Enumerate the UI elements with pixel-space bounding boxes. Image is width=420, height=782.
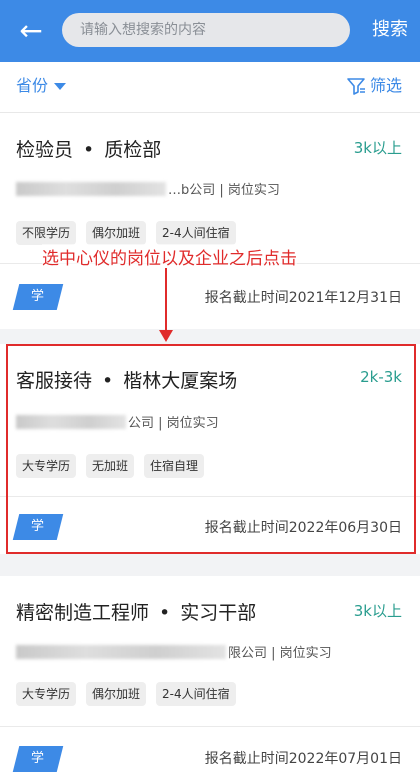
blurred-company-name [16,644,226,659]
company-line: 公司 | 岗位实习 [16,412,219,431]
company-suffix: …b公司 | 岗位实习 [168,183,280,198]
chevron-down-icon [54,83,67,90]
blurred-company-name [16,181,166,196]
study-badge: 学 [12,514,64,540]
tag: 住宿自理 [144,454,205,478]
filter-bar: 省份 筛选 [0,62,420,113]
title-separator: • [159,602,171,624]
back-arrow-icon[interactable]: ← [14,14,48,48]
company-line: …b公司 | 岗位实习 [16,179,280,198]
job-department: 楷林大厦案场 [123,370,238,392]
province-dropdown[interactable]: 省份 [16,74,67,98]
title-separator: • [83,139,95,161]
search-input[interactable] [62,13,350,47]
deadline-text: 报名截止时间2021年12月31日 [204,290,402,306]
tag-list: 大专学历 无加班 住宿自理 [16,454,205,478]
job-title-row: 客服接待 • 楷林大厦案场 [16,366,237,393]
tag: 偶尔加班 [86,682,147,706]
tag: 偶尔加班 [86,221,147,245]
tag-list: 不限学历 偶尔加班 2-4人间住宿 [16,221,236,245]
job-card-2[interactable]: 客服接待 • 楷林大厦案场 2k-3k 公司 | 岗位实习 大专学历 无加班 住宿自… [0,344,420,554]
search-box[interactable] [62,13,350,47]
study-badge: 学 [12,746,64,772]
job-title-row: 检验员 • 质检部 [16,135,161,162]
title-separator: • [102,370,114,392]
search-button[interactable]: 搜索 [372,15,408,45]
top-header: ← 搜索 [0,0,420,62]
annotation-arrow-line [165,268,167,332]
job-title: 精密制造工程师 [16,602,150,624]
tag: 2-4人间住宿 [156,221,236,245]
card-divider [0,496,420,497]
filter-label: 筛选 [369,76,402,95]
tag-list: 大专学历 偶尔加班 2-4人间住宿 [16,682,236,706]
job-salary: 2k-3k [360,368,402,386]
tag: 2-4人间住宿 [156,682,236,706]
company-suffix: 公司 | 岗位实习 [128,416,219,431]
job-card-3[interactable]: 精密制造工程师 • 实习干部 3k以上 限公司 | 岗位实习 大专学历 偶尔加班 2… [0,576,420,782]
job-title: 检验员 [16,139,74,161]
company-line: 限公司 | 岗位实习 [16,642,332,661]
filter-button[interactable]: 筛选 [346,74,402,98]
arrow-down-icon [159,330,173,342]
tag: 大专学历 [16,454,77,478]
tag: 无加班 [86,454,135,478]
province-label: 省份 [16,76,49,95]
study-badge: 学 [12,284,64,310]
tag: 不限学历 [16,221,77,245]
job-title: 客服接待 [16,370,93,392]
job-card-1[interactable]: 检验员 • 质检部 3k以上 …b公司 | 岗位实习 不限学历 偶尔加班 2-4人间… [0,113,420,329]
blurred-company-name [16,414,126,429]
job-department: 质检部 [104,139,162,161]
job-salary: 3k以上 [353,602,402,620]
instruction-annotation: 选中心仪的岗位以及企业之后点击 [42,244,297,269]
job-title-row: 精密制造工程师 • 实习干部 [16,598,256,625]
job-salary: 3k以上 [353,139,402,157]
job-department: 实习干部 [180,602,257,624]
card-divider [0,726,420,727]
tag: 大专学历 [16,682,77,706]
company-suffix: 限公司 | 岗位实习 [228,646,332,661]
deadline-text: 报名截止时间2022年07月01日 [204,751,402,767]
deadline-text: 报名截止时间2022年06月30日 [204,520,402,536]
funnel-icon [347,78,365,95]
